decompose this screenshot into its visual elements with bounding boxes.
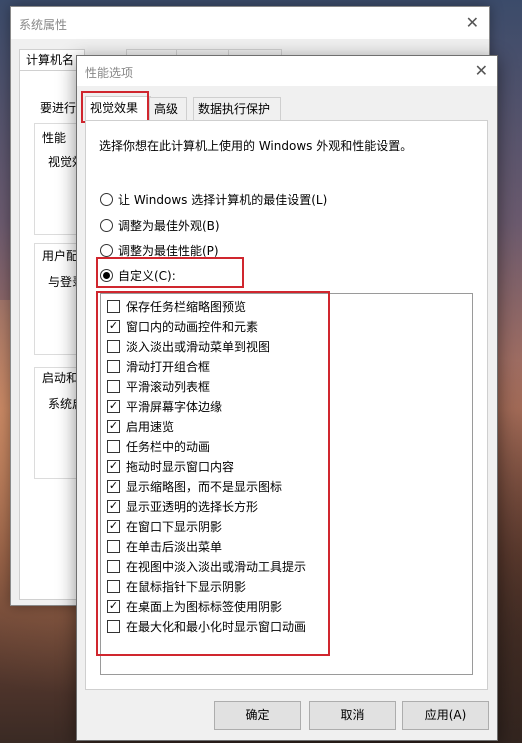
checkbox-icon[interactable] <box>107 579 120 593</box>
radio-label: 调整为最佳外观(B) <box>118 218 220 233</box>
radio-custom[interactable]: 自定义(C): <box>100 266 176 284</box>
tab-advanced[interactable]: 高级 <box>149 97 187 120</box>
admin-note: 要进行 <box>40 101 77 115</box>
radio-best-performance[interactable]: 调整为最佳性能(P) <box>100 241 219 259</box>
dialog-titlebar: 性能选项 ✕ <box>77 56 497 86</box>
checkbox-icon[interactable] <box>107 359 120 373</box>
radio-button-icon <box>100 192 113 206</box>
radio-button-icon <box>100 218 113 232</box>
checkbox-icon[interactable] <box>107 559 120 573</box>
visual-effects-list[interactable]: 保存任务栏缩略图预览窗口内的动画控件和元素淡入淡出或滑动菜单到视图滑动打开组合框… <box>100 293 473 675</box>
effect-label: 在单击后淡出菜单 <box>126 539 223 554</box>
cancel-button[interactable]: 取消 <box>309 701 396 730</box>
effect-label: 显示亚透明的选择长方形 <box>126 499 259 514</box>
ok-button[interactable]: 确定 <box>214 701 301 730</box>
effect-checkbox-item[interactable]: 窗口内的动画控件和元素 <box>107 317 258 335</box>
effect-checkbox-item[interactable]: 在窗口下显示阴影 <box>107 517 222 535</box>
checkbox-checked-icon[interactable] <box>107 319 120 333</box>
radio-button-selected-icon <box>100 268 113 282</box>
user-profile-label: 用户配 <box>42 247 79 264</box>
effect-label: 拖动时显示窗口内容 <box>126 459 235 474</box>
checkbox-icon[interactable] <box>107 439 120 453</box>
effect-checkbox-item[interactable]: 在鼠标指针下显示阴影 <box>107 577 246 595</box>
effect-label: 平滑屏幕字体边缘 <box>126 399 223 414</box>
radio-label: 自定义(C): <box>118 268 176 283</box>
checkbox-checked-icon[interactable] <box>107 519 120 533</box>
effect-checkbox-item[interactable]: 在视图中淡入淡出或滑动工具提示 <box>107 557 306 575</box>
checkbox-checked-icon[interactable] <box>107 459 120 473</box>
radio-let-windows-choose[interactable]: 让 Windows 选择计算机的最佳设置(L) <box>100 190 327 208</box>
intro-text: 选择你想在此计算机上使用的 Windows 外观和性能设置。 <box>99 139 413 153</box>
effect-label: 平滑滚动列表框 <box>126 379 211 394</box>
effect-checkbox-item[interactable]: 保存任务栏缩略图预览 <box>107 297 246 315</box>
checkbox-checked-icon[interactable] <box>107 399 120 413</box>
effect-checkbox-item[interactable]: 滑动打开组合框 <box>107 357 210 375</box>
effect-label: 窗口内的动画控件和元素 <box>126 319 259 334</box>
effect-checkbox-item[interactable]: 显示亚透明的选择长方形 <box>107 497 258 515</box>
radio-button-icon <box>100 243 113 257</box>
visual-effects-panel: 选择你想在此计算机上使用的 Windows 外观和性能设置。 让 Windows… <box>85 120 488 690</box>
checkbox-icon[interactable] <box>107 299 120 313</box>
effect-checkbox-item[interactable]: 在单击后淡出菜单 <box>107 537 222 555</box>
effect-label: 在窗口下显示阴影 <box>126 519 223 534</box>
effect-checkbox-item[interactable]: 平滑屏幕字体边缘 <box>107 397 222 415</box>
effect-label: 滑动打开组合框 <box>126 359 211 374</box>
startup-label: 启动和 <box>42 369 79 386</box>
tab-visual-effects[interactable]: 视觉效果 <box>85 96 151 121</box>
effect-label: 在最大化和最小化时显示窗口动画 <box>126 619 307 634</box>
checkbox-icon[interactable] <box>107 379 120 393</box>
system-properties-titlebar: 系统属性 ✕ <box>11 7 489 39</box>
effect-label: 保存任务栏缩略图预览 <box>126 299 247 314</box>
effect-label: 在视图中淡入淡出或滑动工具提示 <box>126 559 307 574</box>
apply-button[interactable]: 应用(A) <box>402 701 489 730</box>
checkbox-icon[interactable] <box>107 539 120 553</box>
effect-label: 淡入淡出或滑动菜单到视图 <box>126 339 271 354</box>
effect-label: 显示缩略图，而不是显示图标 <box>126 479 283 494</box>
checkbox-checked-icon[interactable] <box>107 479 120 493</box>
checkbox-icon[interactable] <box>107 339 120 353</box>
radio-best-appearance[interactable]: 调整为最佳外观(B) <box>100 216 220 234</box>
effect-checkbox-item[interactable]: 任务栏中的动画 <box>107 437 210 455</box>
effect-checkbox-item[interactable]: 平滑滚动列表框 <box>107 377 210 395</box>
radio-label: 调整为最佳性能(P) <box>118 243 219 258</box>
effect-checkbox-item[interactable]: 淡入淡出或滑动菜单到视图 <box>107 337 270 355</box>
effect-label: 启用速览 <box>126 419 175 434</box>
performance-label: 性能 <box>42 129 67 146</box>
effect-checkbox-item[interactable]: 在最大化和最小化时显示窗口动画 <box>107 617 306 635</box>
effect-checkbox-item[interactable]: 显示缩略图，而不是显示图标 <box>107 477 282 495</box>
effect-label: 任务栏中的动画 <box>126 439 211 454</box>
radio-label: 让 Windows 选择计算机的最佳设置(L) <box>118 192 328 207</box>
effect-checkbox-item[interactable]: 拖动时显示窗口内容 <box>107 457 234 475</box>
effect-checkbox-item[interactable]: 启用速览 <box>107 417 174 435</box>
close-icon[interactable]: ✕ <box>475 61 488 80</box>
checkbox-icon[interactable] <box>107 619 120 633</box>
dialog-title: 性能选项 <box>85 66 134 80</box>
effect-label: 在桌面上为图标标签使用阴影 <box>126 599 283 614</box>
checkbox-checked-icon[interactable] <box>107 599 120 613</box>
checkbox-checked-icon[interactable] <box>107 419 120 433</box>
close-icon[interactable]: ✕ <box>466 13 479 32</box>
effect-checkbox-item[interactable]: 在桌面上为图标标签使用阴影 <box>107 597 282 615</box>
checkbox-checked-icon[interactable] <box>107 499 120 513</box>
tab-data-execution-prevention[interactable]: 数据执行保护 <box>193 97 281 120</box>
performance-options-dialog: 性能选项 ✕ 视觉效果 高级 数据执行保护 选择你想在此计算机上使用的 Wind… <box>76 55 498 741</box>
system-properties-title: 系统属性 <box>19 18 68 32</box>
effect-label: 在鼠标指针下显示阴影 <box>126 579 247 594</box>
